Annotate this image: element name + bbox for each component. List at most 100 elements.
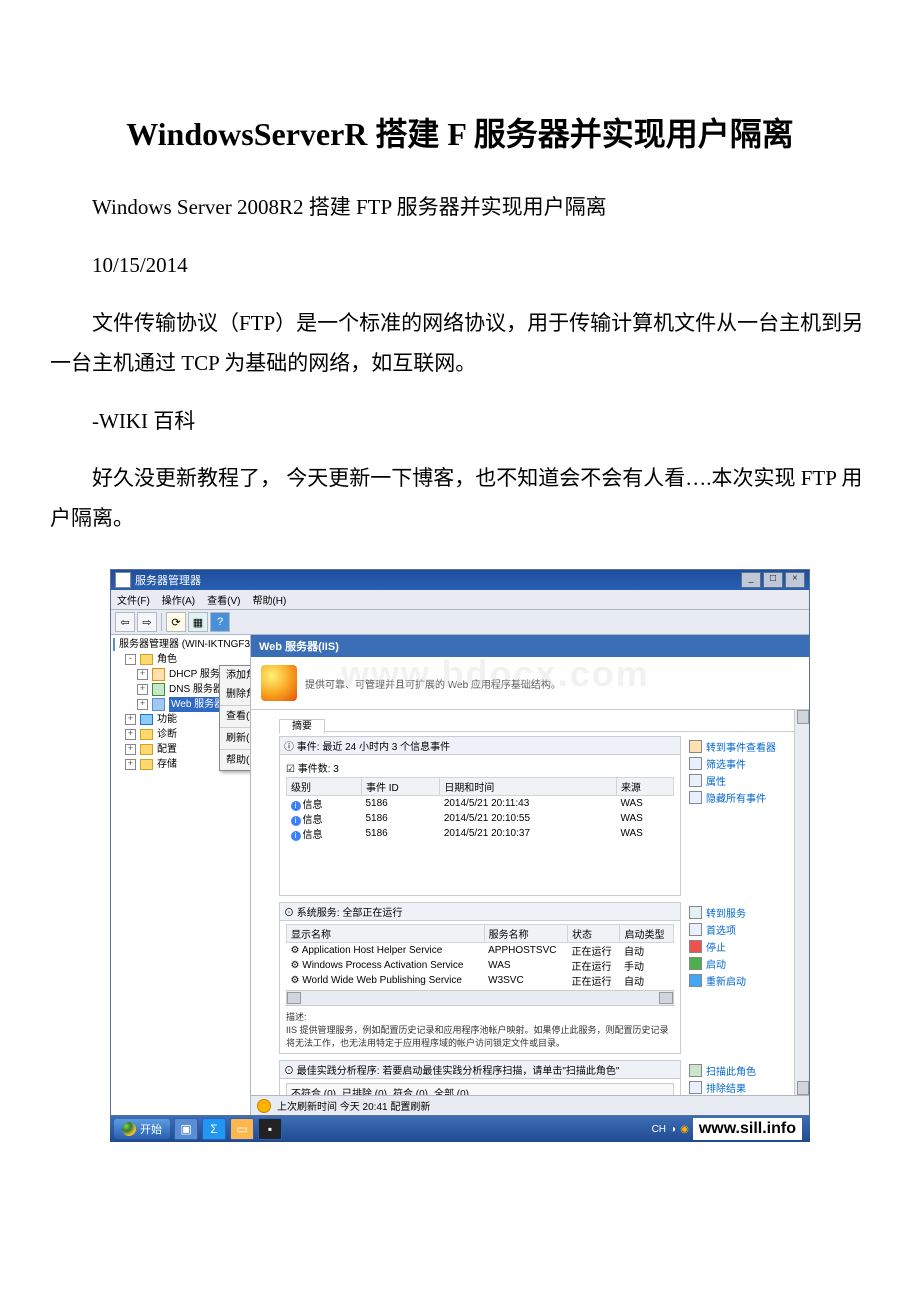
services-panel: ⊙ 系统服务: 全部正在运行 显示名称 服务名称 状态 启动类型 ⚙ Appli…: [279, 902, 681, 1054]
paragraph-2: 10/15/2014: [50, 246, 870, 286]
refresh-icon[interactable]: ⟳: [166, 612, 186, 632]
bpa-filter-comp[interactable]: 符合 (0): [393, 1085, 428, 1095]
embedded-screenshot: 服务器管理器 _ □ × 文件(F) 操作(A) 查看(V) 帮助(H) ⇦ ⇨…: [110, 569, 810, 1142]
menu-help[interactable]: 帮助(H): [252, 592, 286, 607]
back-button[interactable]: ⇦: [115, 612, 135, 632]
bpa-filters: 不符合 (0) 已排除 (0) 符合 (0) 全部 (0): [286, 1083, 674, 1095]
tree-features[interactable]: 功能: [157, 712, 177, 727]
event-row[interactable]: i信息51862014/5/21 20:10:55WAS: [287, 811, 674, 826]
tree-diag[interactable]: 诊断: [157, 727, 177, 742]
col-id[interactable]: 事件 ID: [361, 778, 439, 796]
lang-indicator[interactable]: CH: [652, 1124, 666, 1135]
event-row[interactable]: i信息51862014/5/21 20:11:43WAS: [287, 796, 674, 812]
filter-icon: [689, 757, 702, 770]
bpa-filter-nonc[interactable]: 不符合 (0): [291, 1085, 336, 1095]
main-panel: Web 服务器(IIS) 提供可靠、可管理并且可扩展的 Web 应用程序基础结构…: [251, 635, 809, 1115]
context-menu: 添加角色服务 删除角色服务 查看(V) 刷新(F) 帮助(H): [219, 665, 251, 771]
window-title: 服务器管理器: [135, 572, 201, 588]
services-header: 系统服务: 全部正在运行: [297, 908, 403, 919]
ctx-delete-role[interactable]: 删除角色服务: [220, 685, 251, 704]
close-button[interactable]: ×: [785, 572, 805, 588]
minimize-button[interactable]: _: [741, 572, 761, 588]
link-hide-events[interactable]: 隐藏所有事件: [689, 789, 799, 806]
summary-tab[interactable]: 摘要: [279, 719, 325, 734]
help-icon[interactable]: ?: [210, 612, 230, 632]
tree-roles[interactable]: 角色: [157, 652, 177, 667]
main-description: 提供可靠、可管理并且可扩展的 Web 应用程序基础结构。: [305, 676, 561, 691]
refresh-icon: [257, 1099, 271, 1113]
window-titlebar: 服务器管理器 _ □ ×: [111, 570, 809, 590]
menu-action[interactable]: 操作(A): [162, 592, 195, 607]
tree-root[interactable]: 服务器管理器 (WIN-IKTNGF3R9: [119, 637, 251, 652]
ctx-add-role[interactable]: 添加角色服务: [220, 666, 251, 685]
tray-icon-1[interactable]: ◑: [670, 1124, 676, 1135]
col-svc[interactable]: 服务名称: [484, 925, 567, 943]
events-panel: ⓘ 事件: 最近 24 小时内 3 个信息事件 ☑ 事件数: 3 级别 事件 I…: [279, 736, 681, 896]
paragraph-4: -WIKI 百科: [50, 402, 870, 442]
col-source[interactable]: 来源: [616, 778, 673, 796]
link-props[interactable]: 属性: [689, 772, 799, 789]
tree-storage[interactable]: 存储: [157, 757, 177, 772]
event-row[interactable]: i信息51862014/5/21 20:10:37WAS: [287, 826, 674, 841]
link-start[interactable]: 启动: [689, 955, 799, 972]
col-datetime[interactable]: 日期和时间: [440, 778, 617, 796]
service-row[interactable]: ⚙ Application Host Helper ServiceAPPHOST…: [287, 943, 674, 959]
tree-web-selected[interactable]: Web 服务器: [169, 697, 226, 712]
v-scrollbar[interactable]: [794, 710, 809, 1095]
link-exclude[interactable]: 排除结果: [689, 1079, 799, 1095]
iis-icon: [261, 665, 297, 701]
page-title: WindowsServerR 搭建 F 服务器并实现用户隔离: [50, 110, 870, 158]
status-bar: 上次刷新时间 今天 20:41 配置刷新: [251, 1095, 809, 1115]
start-button[interactable]: 开始: [114, 1119, 170, 1139]
ctx-view[interactable]: 查看(V): [220, 707, 251, 726]
col-svcname[interactable]: 显示名称: [287, 925, 485, 943]
events-count: 事件数: 3: [298, 764, 339, 775]
main-title: Web 服务器(IIS): [251, 635, 809, 657]
link-scan-role[interactable]: 扫描此角色: [689, 1062, 799, 1079]
gear-icon: [689, 906, 702, 919]
taskbar-cmd-icon[interactable]: ▪: [258, 1118, 282, 1140]
events-table: 级别 事件 ID 日期和时间 来源 i信息51862014/5/21 20:11…: [286, 777, 674, 841]
menu-view[interactable]: 查看(V): [207, 592, 240, 607]
menubar: 文件(F) 操作(A) 查看(V) 帮助(H): [111, 590, 809, 610]
properties-icon[interactable]: ▦: [188, 612, 208, 632]
navigation-tree[interactable]: 服务器管理器 (WIN-IKTNGF3R9 -角色 +DHCP 服务器 +DNS…: [111, 635, 251, 1115]
taskbar-folder-icon[interactable]: ▭: [230, 1118, 254, 1140]
ctx-help[interactable]: 帮助(H): [220, 751, 251, 770]
tray-icon-2[interactable]: ◉: [680, 1124, 689, 1135]
arrow-icon: [689, 740, 702, 753]
props-icon: [689, 774, 702, 787]
col-level[interactable]: 级别: [287, 778, 362, 796]
link-stop[interactable]: 停止: [689, 938, 799, 955]
service-row[interactable]: ⚙ World Wide Web Publishing ServiceW3SVC…: [287, 973, 674, 988]
events-actions: 转到事件查看器 筛选事件 属性 隐藏所有事件: [689, 736, 799, 896]
bpa-actions: 扫描此角色 排除结果 包括结果: [689, 1060, 799, 1095]
menu-file[interactable]: 文件(F): [117, 592, 150, 607]
play-icon: [689, 957, 702, 970]
tree-dns[interactable]: DNS 服务器: [169, 682, 223, 697]
link-goto-eventviewer[interactable]: 转到事件查看器: [689, 738, 799, 755]
maximize-button[interactable]: □: [763, 572, 783, 588]
link-prefs[interactable]: 首选项: [689, 921, 799, 938]
col-start[interactable]: 启动类型: [620, 925, 674, 943]
link-filter-events[interactable]: 筛选事件: [689, 755, 799, 772]
bpa-filter-excl[interactable]: 已排除 (0): [342, 1085, 387, 1095]
col-status[interactable]: 状态: [568, 925, 620, 943]
start-orb-icon: [122, 1122, 136, 1136]
taskbar-server-icon[interactable]: ▣: [174, 1118, 198, 1140]
app-icon: [115, 572, 131, 588]
link-restart[interactable]: 重新启动: [689, 972, 799, 989]
stop-icon: [689, 940, 702, 953]
bpa-filter-all[interactable]: 全部 (0): [434, 1085, 469, 1095]
ctx-refresh[interactable]: 刷新(F): [220, 729, 251, 748]
taskbar: 开始 ▣ Σ ▭ ▪ CH ◑ ◉ www.sill.info: [110, 1116, 810, 1142]
tree-config[interactable]: 配置: [157, 742, 177, 757]
taskbar-explorer-icon[interactable]: Σ: [202, 1118, 226, 1140]
bpa-panel: ⊙ 最佳实践分析程序: 若要启动最佳实践分析程序扫描，请单击"扫描此角色" 不符…: [279, 1060, 681, 1095]
restart-icon: [689, 974, 702, 987]
service-row[interactable]: ⚙ Windows Process Activation ServiceWAS正…: [287, 958, 674, 973]
h-scrollbar[interactable]: [286, 990, 674, 1006]
link-goto-services[interactable]: 转到服务: [689, 904, 799, 921]
prefs-icon: [689, 923, 702, 936]
forward-button[interactable]: ⇨: [137, 612, 157, 632]
